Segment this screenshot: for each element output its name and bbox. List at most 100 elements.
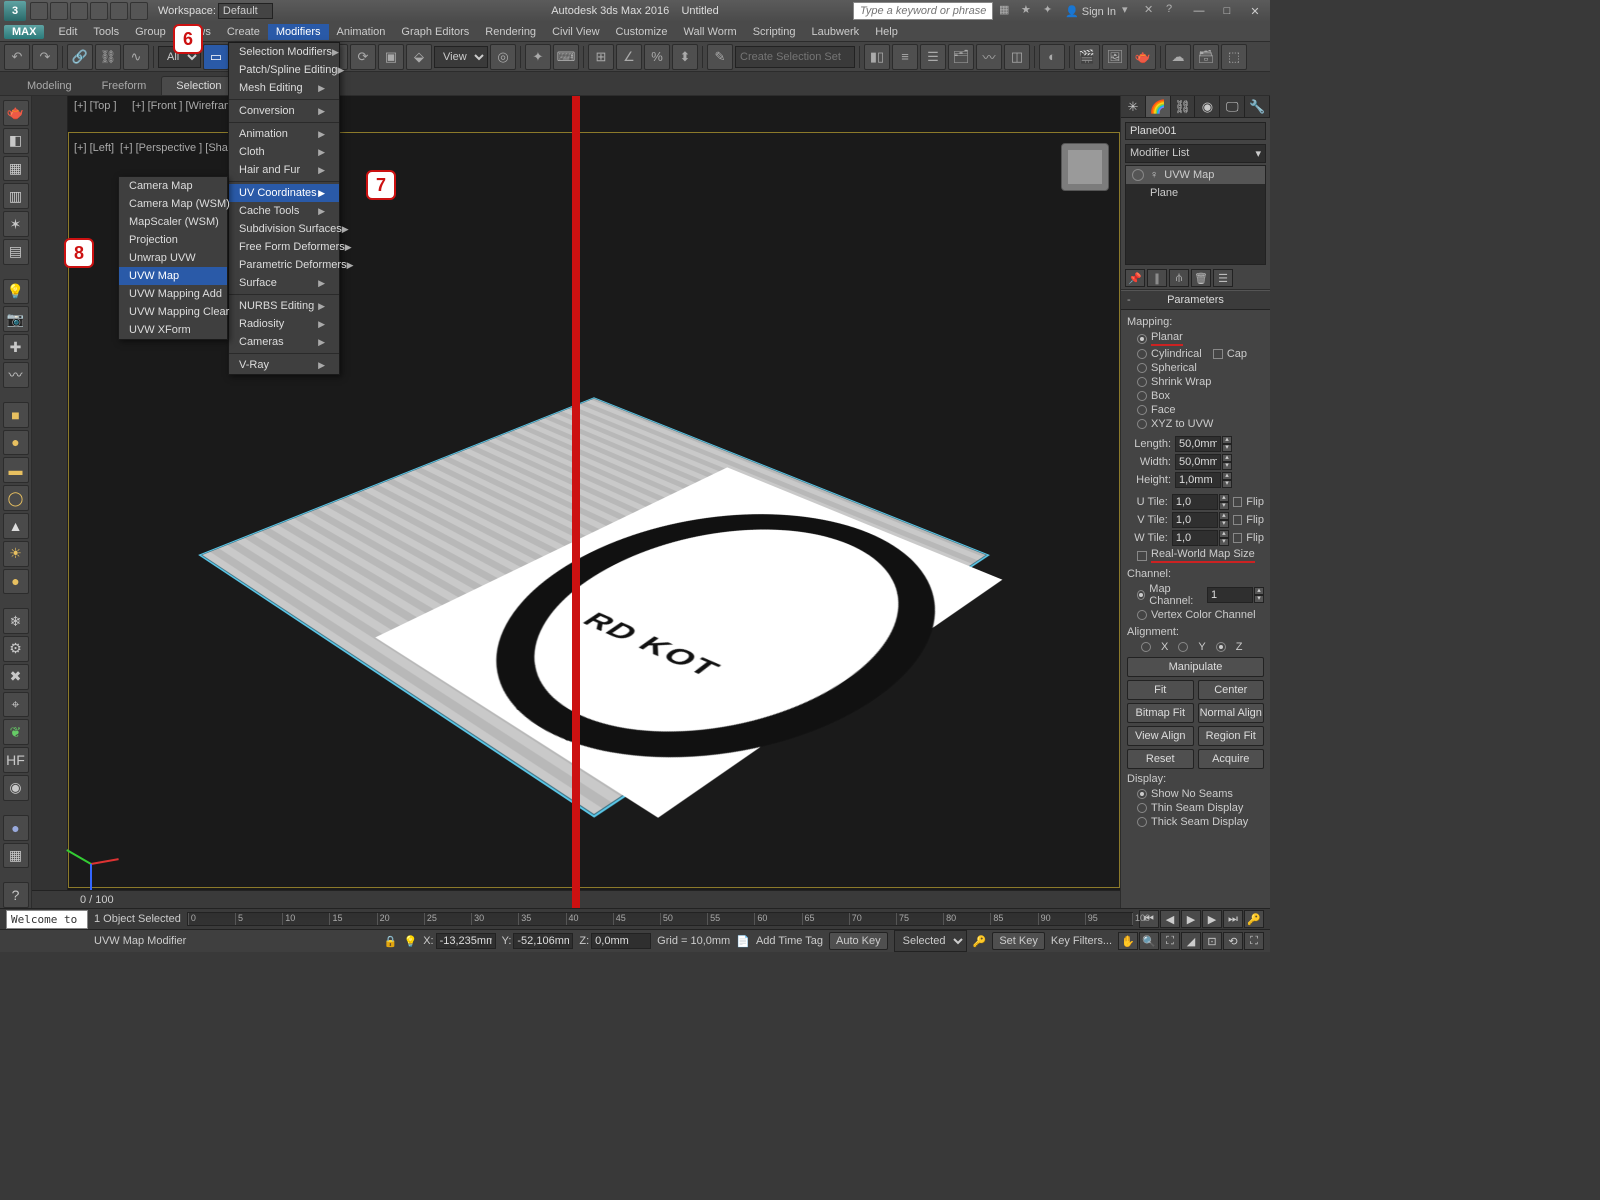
layers-button[interactable]: ☰ (920, 44, 946, 70)
menu-item-hair-and-fur[interactable]: Hair and Fur▶ (229, 161, 339, 179)
teapot-icon[interactable]: 🫖 (3, 100, 29, 126)
key-mode-button[interactable]: 🔑 (1244, 910, 1264, 928)
display-thick-seam-display-radio[interactable]: Thick Seam Display (1127, 815, 1264, 829)
render-gallery-button[interactable]: 🗃 (1193, 44, 1219, 70)
configure-sets-button[interactable]: ☰ (1213, 269, 1233, 287)
mapping-face-radio[interactable]: Face (1127, 403, 1264, 417)
spinner-down-icon[interactable]: ▾ (1222, 444, 1232, 452)
menu-item-subdivision-surfaces[interactable]: Subdivision Surfaces▶ (229, 220, 339, 238)
exchange-icon[interactable]: ✦ (1043, 3, 1059, 19)
qat-new-icon[interactable] (30, 2, 48, 20)
manipulate-button[interactable]: ✦ (525, 44, 551, 70)
zoom-button[interactable]: 🔍 (1139, 932, 1159, 950)
menu-item-cloth[interactable]: Cloth▶ (229, 143, 339, 161)
menu-wall-worm[interactable]: Wall Worm (676, 24, 745, 40)
key-filter-select[interactable]: Selected (894, 930, 967, 952)
coord-y-input[interactable] (513, 933, 573, 949)
center-button[interactable]: Center (1198, 680, 1265, 700)
reset-button[interactable]: Reset (1127, 749, 1194, 769)
spinner-down-icon[interactable]: ▾ (1222, 480, 1232, 488)
select-object-button[interactable]: ▭ (203, 44, 229, 70)
checkbox-icon[interactable] (1233, 515, 1242, 525)
qat-project-icon[interactable] (130, 2, 148, 20)
spinner-up-icon[interactable]: ▴ (1219, 512, 1229, 520)
add-time-tag-button[interactable]: Add Time Tag (756, 935, 823, 947)
menu-animation[interactable]: Animation (329, 24, 394, 40)
mirror-button[interactable]: ▮▯ (864, 44, 890, 70)
render-setup-button[interactable]: 🎬 (1074, 44, 1100, 70)
mapping-planar-radio[interactable]: Planar (1127, 330, 1264, 347)
checkbox-icon[interactable] (1233, 497, 1242, 507)
align-button[interactable]: ≡ (892, 44, 918, 70)
mapping-spherical-radio[interactable]: Spherical (1127, 361, 1264, 375)
placement-button[interactable]: ⬙ (406, 44, 432, 70)
close-button[interactable]: ✕ (1244, 3, 1266, 19)
checkbox-icon[interactable] (1233, 533, 1242, 543)
menu-rendering[interactable]: Rendering (477, 24, 544, 40)
hf-icon[interactable]: HF (3, 747, 29, 773)
goto-end-button[interactable]: ⏭ (1223, 910, 1243, 928)
create-patch-icon[interactable]: ▤ (3, 239, 29, 265)
editor-button[interactable]: ✎ (707, 44, 733, 70)
workspace-select[interactable]: Default (218, 3, 273, 19)
app-menu-button[interactable]: MAX (4, 25, 44, 39)
modifier-list-dropdown[interactable]: Modifier List▾ (1125, 144, 1266, 163)
menu-item-parametric-deformers[interactable]: Parametric Deformers▶ (229, 256, 339, 274)
snap-toggle-button[interactable]: ⊞ (588, 44, 614, 70)
tab-display[interactable]: 🖵 (1220, 96, 1245, 117)
stack-item-uvwmap[interactable]: ♀UVW Map (1126, 166, 1265, 184)
helper-icon[interactable]: ✚ (3, 334, 29, 360)
track-bar[interactable]: 1 Object Selected 0510152025303540455055… (0, 909, 1270, 930)
submenu-item-mapscaler-wsm-[interactable]: MapScaler (WSM) (119, 213, 227, 231)
menu-help[interactable]: Help (867, 24, 906, 40)
menu-item-free-form-deformers[interactable]: Free Form Deformers▶ (229, 238, 339, 256)
time-tag-icon[interactable]: 📄 (736, 935, 750, 948)
spinner-up-icon[interactable]: ▴ (1219, 530, 1229, 538)
material-editor-button[interactable]: ◐ (1039, 44, 1065, 70)
blank-sphere-icon[interactable]: ● (3, 815, 29, 841)
create-compound-icon[interactable]: ▥ (3, 183, 29, 209)
tab-create[interactable]: ✳ (1121, 96, 1146, 117)
palette-icon[interactable]: ▦ (3, 843, 29, 869)
menu-tools[interactable]: Tools (85, 24, 127, 40)
infocenter-icon[interactable]: ▦ (999, 3, 1015, 19)
submenu-item-uvw-xform[interactable]: UVW XForm (119, 321, 227, 339)
mapping-box-radio[interactable]: Box (1127, 389, 1264, 403)
camera-icon[interactable]: 📷 (3, 306, 29, 332)
create-particles-icon[interactable]: ✶ (3, 211, 29, 237)
link-button[interactable]: 🔗 (67, 44, 93, 70)
tile-input[interactable] (1172, 530, 1218, 546)
curve-editor-button[interactable]: 〰 (976, 44, 1002, 70)
viewport-label-top[interactable]: [+] [Top ] (74, 100, 117, 112)
render-button[interactable]: 🫖 (1130, 44, 1156, 70)
box-icon[interactable]: ■ (3, 402, 29, 428)
manipulate-button[interactable]: Manipulate (1127, 657, 1264, 677)
create-std-icon[interactable]: ◧ (3, 128, 29, 154)
menu-item-nurbs-editing[interactable]: NURBS Editing▶ (229, 297, 339, 315)
spinner-up-icon[interactable]: ▴ (1254, 587, 1264, 595)
key-filters-button[interactable]: Key Filters... (1051, 935, 1112, 947)
spinner-up-icon[interactable]: ▴ (1222, 454, 1232, 462)
panorama-button[interactable]: ⬚ (1221, 44, 1247, 70)
render-online-button[interactable]: ☁ (1165, 44, 1191, 70)
menu-item-uv-coordinates[interactable]: UV Coordinates▶ (229, 184, 339, 202)
qat-open-icon[interactable] (50, 2, 68, 20)
display-show-no-seams-radio[interactable]: Show No Seams (1127, 787, 1264, 801)
next-frame-button[interactable]: ▶ (1202, 910, 1222, 928)
real-world-map-size-checkbox[interactable]: Real-World Map Size (1127, 547, 1264, 564)
dim-input[interactable] (1175, 436, 1221, 452)
mapping-shrink-wrap-radio[interactable]: Shrink Wrap (1127, 375, 1264, 389)
qat-undo-icon[interactable] (90, 2, 108, 20)
submenu-item-uvw-mapping-clear[interactable]: UVW Mapping Clear (119, 303, 227, 321)
tab-hierarchy[interactable]: ⛓ (1171, 96, 1196, 117)
signin-button[interactable]: 👤 Sign In (1065, 5, 1116, 18)
map-channel-input[interactable] (1207, 587, 1253, 603)
menu-item-conversion[interactable]: Conversion▶ (229, 102, 339, 120)
unlink-button[interactable]: ⛓ (95, 44, 121, 70)
menu-modifiers[interactable]: Modifiers (268, 24, 329, 40)
percent-snap-button[interactable]: % (644, 44, 670, 70)
modifier-stack[interactable]: ♀UVW Map Plane (1125, 165, 1266, 265)
menu-item-surface[interactable]: Surface▶ (229, 274, 339, 292)
layer-explorer-button[interactable]: 🗂 (948, 44, 974, 70)
unknown-help-icon[interactable]: ? (3, 882, 29, 908)
